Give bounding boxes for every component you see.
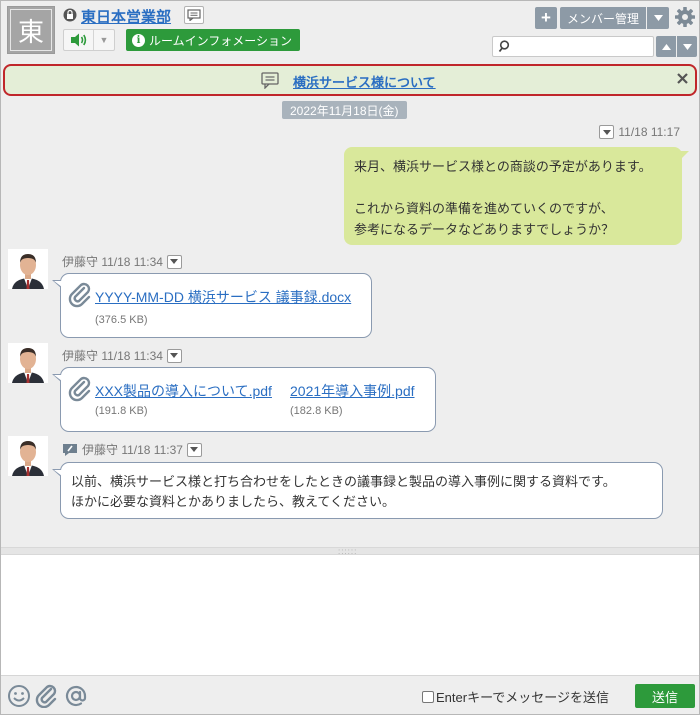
resize-splitter[interactable]: :::::: [1, 547, 699, 556]
sender-time: 伊藤守 11/18 11:37 [82, 443, 183, 457]
add-member-button[interactable]: + [535, 7, 557, 29]
file-link[interactable]: YYYY-MM-DD 横浜サービス 議事録.docx [95, 287, 351, 307]
gear-icon[interactable] [674, 6, 696, 28]
plus-icon: + [541, 8, 551, 27]
message-menu-button[interactable] [166, 348, 182, 363]
chevron-down-icon [602, 129, 611, 135]
search-prev-button[interactable] [656, 36, 676, 57]
room-avatar: 東 [7, 6, 55, 54]
message-meta: 伊藤守 11/18 11:34 [62, 347, 182, 364]
file-message-bubble: XXX製品の導入について.pdf (191.8 KB) 2021年導入事例.pd… [52, 367, 436, 432]
chevron-down-icon [170, 353, 179, 358]
self-message-line: これから資料の準備を進めていくのですが、 [354, 201, 614, 216]
message-meta: 伊藤守 11/18 11:34 [62, 253, 182, 270]
notification-sound-button[interactable]: ▼ [63, 29, 115, 51]
date-separator: 2022年11月18日(金) [282, 101, 407, 119]
message-input[interactable] [1, 555, 699, 675]
lock-icon [63, 8, 77, 22]
send-label: 送信 [651, 689, 678, 705]
file-size: (182.8 KB) [290, 405, 343, 417]
chat-window: 東 東日本営業部 ▼ i ルームインフォメーション + メンバー管理 横浜サービ… [0, 0, 700, 715]
chevron-down-icon [190, 447, 199, 452]
message-line: ほかに必要な資料とかありましたら、教えてください。 [71, 494, 395, 509]
topic-bar: 横浜サービス様について [3, 64, 697, 96]
chat-bubble-icon [187, 9, 201, 21]
sender-time: 伊藤守 11/18 11:34 [62, 349, 163, 363]
room-avatar-char: 東 [10, 9, 52, 51]
self-message-bubble: 来月、横浜サービス様との商談の予定があります。 これから資料の準備を進めていくの… [344, 147, 689, 245]
search-icon [498, 40, 510, 53]
member-management-label: メンバー管理 [566, 11, 639, 26]
chevron-up-icon [661, 43, 671, 50]
file-message-bubble: YYYY-MM-DD 横浜サービス 議事録.docx (376.5 KB) [52, 273, 372, 338]
enter-to-send-checkbox[interactable] [422, 690, 434, 703]
chevron-down-icon [170, 259, 179, 264]
avatar[interactable] [8, 249, 48, 289]
enter-to-send-option[interactable]: Enterキーでメッセージを送信 [422, 687, 609, 706]
message-text: 以前、横浜サービス様と打ち合わせをしたときの議事録と製品の導入事例に関する資料で… [71, 472, 616, 512]
chevron-down-icon [653, 15, 663, 21]
reply-bubble-icon [63, 443, 77, 456]
message-meta: 伊藤守 11/18 11:37 [62, 441, 202, 458]
room-info-button[interactable]: i ルームインフォメーション [126, 29, 301, 51]
paperclip-icon [68, 376, 91, 402]
chevron-down-icon: ▼ [99, 35, 109, 45]
message-list[interactable]: 2022年11月18日(金) 11/18 11:17 来月、横浜サービス様との商… [1, 98, 699, 547]
text-message-bubble: 以前、横浜サービス様と打ち合わせをしたときの議事録と製品の導入事例に関する資料で… [52, 462, 663, 519]
room-info-label: ルームインフォメーション [149, 33, 293, 48]
mention-icon[interactable] [64, 684, 88, 708]
self-message-line: 参考になるデータなどありますでしょうか？ [354, 222, 615, 237]
room-header: 東 東日本営業部 ▼ i ルームインフォメーション + メンバー管理 [1, 1, 699, 63]
info-icon: i [132, 33, 145, 47]
file-size: (191.8 KB) [95, 405, 148, 417]
search-next-button[interactable] [677, 36, 697, 57]
attach-file-icon[interactable] [35, 684, 59, 708]
self-message-line: 来月、横浜サービス様との商談の予定があります。 [354, 159, 652, 174]
message-menu-button[interactable] [166, 254, 182, 269]
avatar[interactable] [8, 343, 48, 383]
member-management-button[interactable]: メンバー管理 [560, 7, 646, 29]
file-size: (376.5 KB) [95, 314, 148, 326]
paperclip-icon [68, 282, 91, 308]
speaker-icon [70, 33, 86, 47]
message-menu-button[interactable] [599, 125, 615, 139]
enter-to-send-label: Enterキーでメッセージを送信 [436, 690, 610, 705]
search-box [492, 36, 654, 57]
search-input[interactable] [515, 38, 651, 55]
self-message-line [354, 177, 672, 198]
room-name[interactable]: 東日本営業部 [81, 6, 171, 27]
self-message-meta: 11/18 11:17 [599, 125, 680, 139]
file-link[interactable]: 2021年導入事例.pdf [290, 381, 415, 401]
member-menu-dropdown[interactable] [647, 7, 669, 29]
emoji-icon[interactable] [7, 684, 31, 708]
file-link[interactable]: XXX製品の導入について.pdf [95, 381, 272, 401]
composer-toolbar: Enterキーでメッセージを送信 送信 [1, 675, 699, 714]
sender-time: 伊藤守 11/18 11:34 [62, 255, 163, 269]
send-button[interactable]: 送信 [635, 684, 695, 708]
topic-link[interactable]: 横浜サービス様について [293, 72, 436, 91]
room-chat-icon[interactable] [184, 6, 204, 24]
avatar[interactable] [8, 436, 48, 476]
message-menu-button[interactable] [186, 442, 202, 457]
chevron-down-icon [682, 43, 692, 50]
close-icon[interactable] [676, 72, 689, 85]
message-line: 以前、横浜サービス様と打ち合わせをしたときの議事録と製品の導入事例に関する資料で… [71, 474, 616, 489]
self-message-time: 11/18 11:17 [618, 125, 680, 139]
topic-chat-icon [261, 72, 279, 89]
